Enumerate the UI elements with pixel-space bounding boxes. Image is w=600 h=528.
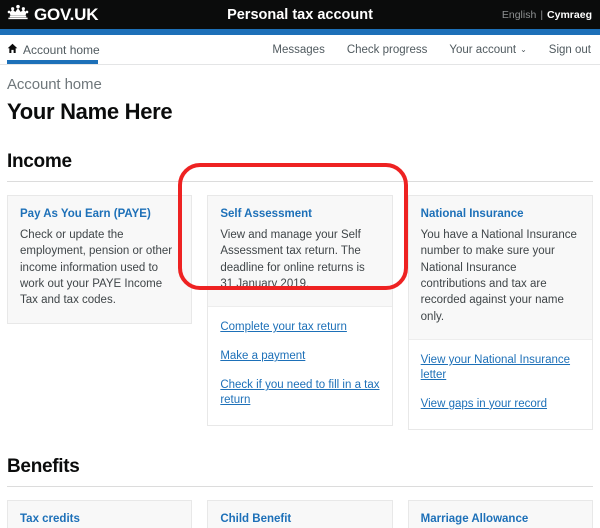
language-divider: | [540, 8, 544, 21]
govuk-brand-link[interactable]: GOV.UK [7, 4, 99, 25]
card-paye-body: Pay As You Earn (PAYE) Check or update t… [8, 196, 192, 323]
link-view-your-national-insurance-letter[interactable]: View your National Insurance letter [421, 346, 580, 390]
section-rule-benefits [7, 485, 593, 487]
benefits-card-row: Tax credits View your next payments and … [7, 499, 593, 528]
card-paye-title[interactable]: Pay As You Earn (PAYE) [20, 208, 179, 220]
card-national-insurance-title[interactable]: National Insurance [421, 208, 580, 220]
nav-item-check-progress[interactable]: Check progress [347, 44, 428, 56]
nav-item-your-account[interactable]: Your account ⌄ [449, 44, 526, 56]
card-marriage-allowance[interactable]: Marriage Allowance Transfer part of your… [407, 499, 593, 528]
page-content: Account home Your Name Here Income Pay A… [0, 76, 600, 528]
nav-your-account-label: Your account [449, 43, 517, 56]
chevron-down-icon: ⌄ [520, 45, 527, 54]
card-marriage-allowance-body: Marriage Allowance Transfer part of your… [408, 500, 592, 528]
language-cymraeg-link[interactable]: Cymraeg [547, 9, 592, 21]
link-make-a-payment[interactable]: Make a payment [220, 342, 305, 371]
page-root: GOV.UK Personal tax account English | Cy… [0, 0, 600, 528]
nav-account-home-label: Account home [23, 42, 100, 57]
nav-bottom-rule [0, 64, 600, 65]
link-complete-your-tax-return[interactable]: Complete your tax return [220, 313, 347, 342]
account-navigation: Account home Messages Check progress You… [0, 35, 600, 64]
section-heading-benefits: Benefits [7, 455, 80, 477]
nav-messages-label: Messages [272, 43, 325, 56]
card-national-insurance-links: View your National Insurance letter View… [408, 338, 592, 429]
section-benefits: Benefits Tax credits View your next paym… [7, 456, 593, 528]
card-national-insurance-body: National Insurance You have a National I… [408, 196, 592, 339]
card-self-assessment-description: View and manage your Self Assessment tax… [220, 229, 365, 290]
language-english-link[interactable]: English [502, 9, 536, 21]
link-check-if-you-need-to-fill-in-a-tax-return[interactable]: Check if you need to fill in a tax retur… [220, 371, 379, 415]
page-title: Your Name Here [7, 99, 173, 124]
nav-check-progress-label: Check progress [346, 43, 428, 56]
link-view-gaps-in-your-record[interactable]: View gaps in your record [421, 390, 547, 419]
card-self-assessment-body: Self Assessment View and manage your Sel… [208, 196, 392, 307]
nav-item-account-home[interactable]: Account home [7, 35, 100, 64]
govuk-header: GOV.UK Personal tax account English | Cy… [0, 0, 600, 29]
card-national-insurance[interactable]: National Insurance You have a National I… [407, 195, 593, 430]
card-tax-credits-body: Tax credits View your next payments and … [8, 500, 192, 528]
card-self-assessment-links: Complete your tax return Make a payment … [208, 306, 392, 426]
income-card-row: Pay As You Earn (PAYE) Check or update t… [7, 195, 593, 430]
home-icon [7, 41, 18, 59]
card-national-insurance-description: You have a National Insurance number to … [420, 229, 577, 323]
card-self-assessment[interactable]: Self Assessment View and manage your Sel… [207, 195, 393, 427]
section-income: Income Pay As You Earn (PAYE) Check or u… [7, 151, 593, 430]
card-paye-description: Check or update the employment, pension … [20, 229, 173, 307]
card-paye[interactable]: Pay As You Earn (PAYE) Check or update t… [7, 195, 193, 324]
card-tax-credits-title[interactable]: Tax credits [20, 513, 179, 525]
nav-item-sign-out[interactable]: Sign out [549, 44, 591, 56]
card-self-assessment-title[interactable]: Self Assessment [220, 208, 379, 220]
crown-icon [7, 4, 29, 25]
language-switcher: English | Cymraeg [502, 9, 592, 21]
nav-sign-out-label: Sign out [548, 43, 591, 56]
nav-active-indicator [7, 60, 98, 64]
section-rule-income [7, 181, 593, 182]
card-marriage-allowance-title[interactable]: Marriage Allowance [421, 513, 580, 525]
section-heading-income: Income [7, 151, 72, 172]
breadcrumb: Account home [7, 76, 102, 93]
nav-links-group: Messages Check progress Your account ⌄ S… [272, 44, 591, 56]
govuk-brand-text: GOV.UK [34, 5, 99, 24]
card-tax-credits[interactable]: Tax credits View your next payments and … [7, 499, 193, 528]
card-child-benefit-body: Child Benefit A tax-free payment to help… [208, 500, 392, 528]
card-child-benefit[interactable]: Child Benefit A tax-free payment to help… [207, 499, 393, 528]
nav-item-messages[interactable]: Messages [272, 44, 324, 56]
card-child-benefit-title[interactable]: Child Benefit [220, 513, 379, 525]
